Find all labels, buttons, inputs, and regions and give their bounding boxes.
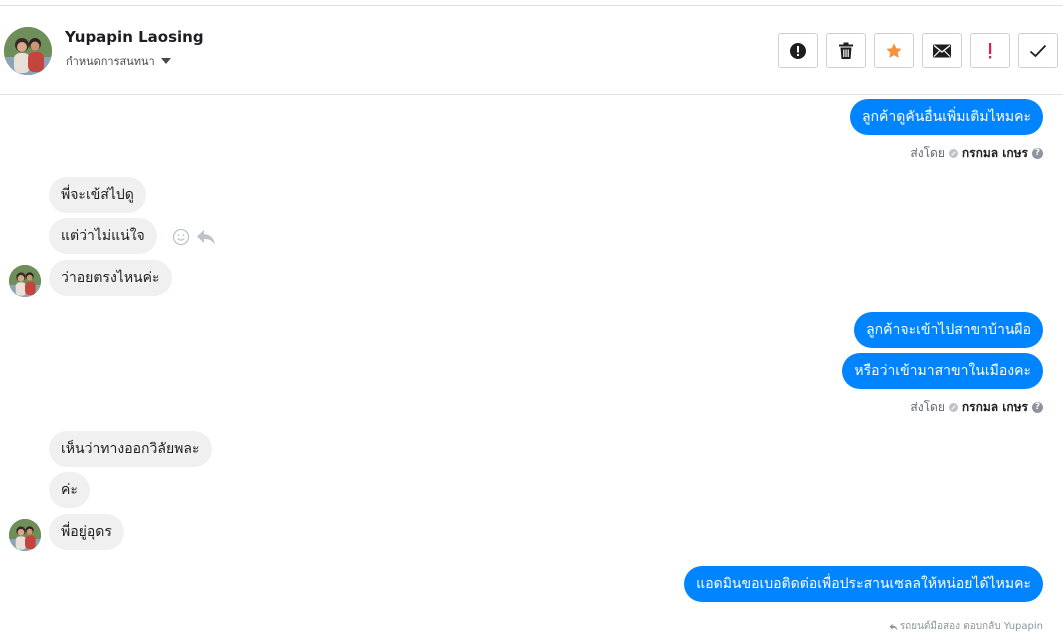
conversation-header: Yupapin Laosing กำหนดการสนทนา bbox=[0, 6, 1063, 95]
incoming-message[interactable]: ว่าอยตรงไหนค่ะ bbox=[49, 260, 172, 296]
outgoing-message[interactable]: แอดมินขอเบอติดต่อเพื่อประสานเซลลให้หน่อย… bbox=[684, 566, 1043, 602]
sent-by-line: ส่งโดย กรกมล เกษร ? bbox=[910, 398, 1043, 417]
outgoing-message[interactable]: ลูกค้าจะเข้าไปสาขาบ้านผือ bbox=[854, 312, 1043, 348]
sent-by-line: ส่งโดย กรกมล เกษร ? bbox=[910, 144, 1043, 163]
report-button[interactable] bbox=[778, 33, 818, 68]
incoming-message[interactable]: พี่จะเข้ส่ไปดู bbox=[49, 177, 146, 213]
outgoing-message[interactable]: ลูกค้าดูคันอื่นเพิ่มเติมไหมคะ bbox=[849, 99, 1043, 135]
action-toolbar bbox=[778, 33, 1058, 68]
envelope-icon bbox=[933, 44, 951, 57]
check-icon bbox=[1029, 44, 1047, 57]
incoming-message[interactable]: ค่ะ bbox=[49, 472, 90, 508]
message-tools bbox=[172, 228, 216, 246]
mark-done-button[interactable] bbox=[1018, 33, 1058, 68]
outgoing-message[interactable]: หรือว่าเข้ามาสาขาในเมืองคะ bbox=[842, 353, 1043, 389]
delete-button[interactable] bbox=[826, 33, 866, 68]
incoming-message[interactable]: เห็นว่าทางออกวิลัยพละ bbox=[49, 431, 212, 467]
contact-avatar-small[interactable] bbox=[9, 519, 41, 551]
reply-icon[interactable] bbox=[196, 228, 216, 246]
sent-by-name[interactable]: กรกมล เกษร bbox=[962, 398, 1028, 417]
caret-down-icon bbox=[160, 58, 171, 64]
report-icon bbox=[790, 42, 806, 59]
verified-icon bbox=[948, 149, 958, 158]
reply-attribution: รถยนต์มือสอง ตอบกลับ Yupapin bbox=[889, 619, 1043, 634]
sent-by-prefix: ส่งโดย bbox=[910, 400, 945, 414]
conversation-options-dropdown[interactable]: กำหนดการสนทนา bbox=[66, 52, 171, 70]
help-icon[interactable]: ? bbox=[1032, 402, 1043, 413]
exclamation-icon bbox=[989, 42, 992, 58]
trash-icon bbox=[839, 42, 853, 59]
sent-by-prefix: ส่งโดย bbox=[910, 146, 945, 160]
verified-icon bbox=[948, 403, 958, 412]
conversation-options-label: กำหนดการสนทนา bbox=[66, 55, 155, 68]
contact-name[interactable]: Yupapin Laosing bbox=[65, 28, 204, 46]
star-button[interactable] bbox=[874, 33, 914, 68]
contact-avatar-small[interactable] bbox=[9, 265, 41, 297]
help-icon[interactable]: ? bbox=[1032, 148, 1043, 159]
sent-by-name[interactable]: กรกมล เกษร bbox=[962, 144, 1028, 163]
mark-important-button[interactable] bbox=[970, 33, 1010, 68]
contact-avatar[interactable] bbox=[4, 27, 52, 75]
emoji-reaction-icon[interactable] bbox=[172, 228, 190, 246]
incoming-message[interactable]: แต่ว่าไม่แน่ใจ bbox=[49, 218, 157, 254]
mark-unread-button[interactable] bbox=[922, 33, 962, 68]
star-icon bbox=[886, 42, 902, 58]
incoming-message[interactable]: พี่อยู่อุดร bbox=[49, 514, 124, 550]
reply-small-icon bbox=[889, 623, 898, 630]
reply-attribution-text: รถยนต์มือสอง ตอบกลับ Yupapin bbox=[899, 621, 1043, 632]
